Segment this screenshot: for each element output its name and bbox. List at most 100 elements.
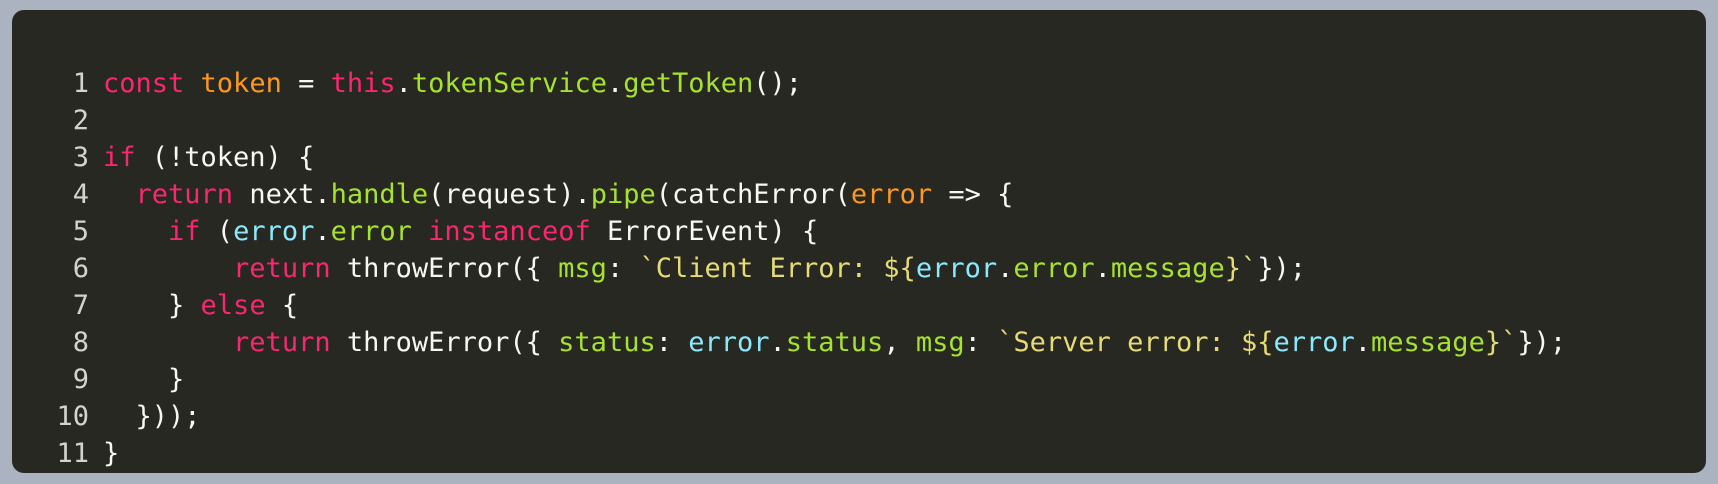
line-number: 9 [72,364,89,395]
code-line: 8 return throwError({ status: error.stat… [12,324,1706,361]
code-token: : [964,327,998,358]
code-token: } [103,290,201,321]
code-token: error [1273,327,1355,358]
code-token: status [785,327,884,358]
code-token: error [330,216,412,247]
line-number: 8 [72,327,89,358]
code-token: error [1013,253,1095,284]
line-number: 7 [72,290,89,321]
code-token: (request). [428,179,591,210]
code-line: 10 })); [12,398,1706,435]
code-token: . [314,216,331,247]
code-token: : [655,327,689,358]
code-text: } else { [103,290,298,321]
line-number: 1 [72,68,89,99]
code-text: if (error.error instanceof ErrorEvent) { [103,216,818,247]
code-token: error [850,179,933,210]
code-token: throwError({ [330,327,559,358]
code-token: return [233,327,331,358]
code-token: message [1110,253,1225,284]
code-token: })); [103,401,201,432]
code-token: . [395,68,412,99]
code-token: tokenService [411,68,607,99]
code-token: { [265,290,299,321]
line-number: 3 [72,142,89,173]
code-token: pipe [590,179,656,210]
code-token: msg [915,327,965,358]
code-token: handle [330,179,429,210]
code-body: 1 const token = this.tokenService.getToke… [12,65,1706,472]
code-token: }); [1517,327,1567,358]
code-token: }` [1224,253,1258,284]
code-text: } [103,364,184,395]
code-token: throwError({ [330,253,559,284]
code-token: token [200,68,282,99]
code-token: `Server error: ${ [997,327,1274,358]
code-text: const token = this.tokenService.getToken… [103,68,802,99]
code-token: this [330,68,396,99]
line-number: 10 [56,401,89,432]
code-token: ( [200,216,234,247]
code-text: return next.handle(request).pipe(catchEr… [103,179,1014,210]
code-line: 7 } else { [12,287,1706,324]
code-token: : [606,253,640,284]
code-token: if [103,142,136,173]
line-number: 5 [72,216,89,247]
code-token: (); [753,68,803,99]
code-token: . [606,68,624,99]
code-token: instanceof [428,216,591,247]
code-line: 2 [12,102,1706,139]
code-token: } [103,438,120,469]
code-token: const [103,68,185,99]
code-text: if (!token) { [103,142,314,173]
code-token: }); [1257,253,1306,284]
code-token: return [233,253,331,284]
code-line: 6 return throwError({ msg: `Client Error… [12,250,1706,287]
code-token: . [1354,327,1372,358]
code-line: 9 } [12,361,1706,398]
code-token: return [135,179,234,210]
code-token: message [1371,327,1485,358]
code-token: } [103,364,185,395]
code-text: })); [103,401,201,432]
code-line: 4 return next.handle(request).pipe(catch… [12,176,1706,213]
code-token: error [915,253,998,284]
code-token: else [200,290,266,321]
code-token: `Client Error: ${ [639,253,916,284]
code-token: => { [932,179,1014,210]
code-editor: 1 const token = this.tokenService.getToke… [12,10,1706,473]
code-token: status [558,327,656,358]
code-token: , [883,327,916,358]
code-line: 5 if (error.error instanceof ErrorEvent)… [12,213,1706,250]
code-token: . [769,327,786,358]
line-number: 2 [72,105,89,136]
code-text: return throwError({ msg: `Client Error: … [103,253,1306,284]
code-token: }` [1484,327,1518,358]
code-token: . [997,253,1014,284]
code-line: 1 const token = this.tokenService.getToke… [12,65,1706,102]
code-token: error [688,327,770,358]
code-token: ErrorEvent) { [590,216,819,247]
code-token: (catchError( [655,179,851,210]
code-token: getToken [623,68,754,99]
code-token: msg [558,253,607,284]
line-number: 6 [72,253,89,284]
code-text: return throwError({ status: error.status… [103,327,1566,358]
line-number: 11 [56,438,89,469]
line-number: 4 [72,179,89,210]
code-line: 3 if (!token) { [12,139,1706,176]
code-token: if [168,216,201,247]
code-token: next. [233,179,331,210]
code-token: . [1094,253,1111,284]
code-token: (!token) { [135,142,315,173]
code-line: 11} [12,435,1706,472]
code-token: = [281,68,331,99]
code-text: } [103,438,119,469]
code-token: error [233,216,315,247]
